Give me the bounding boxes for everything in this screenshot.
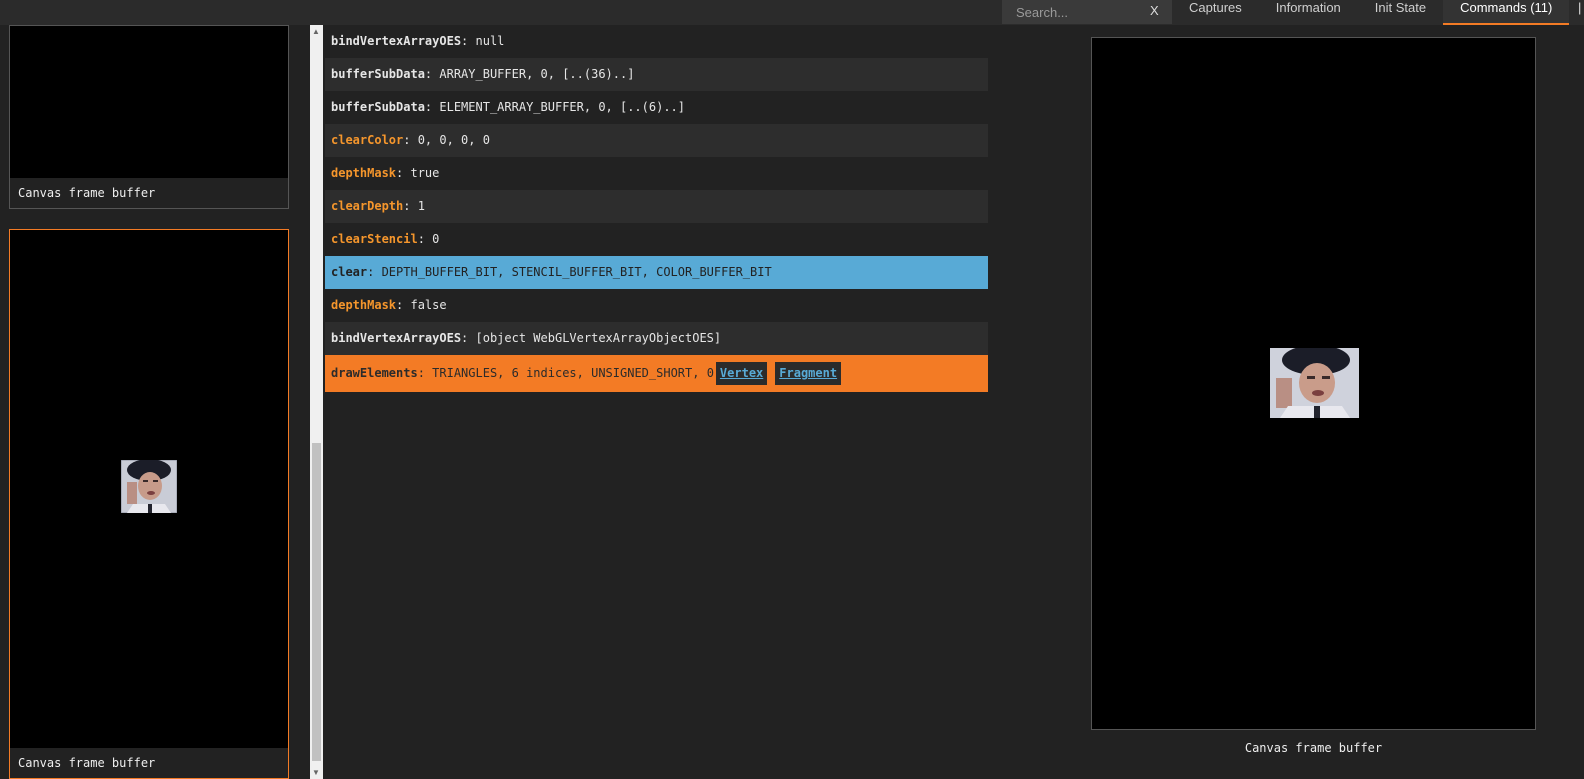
command-row[interactable]: bufferSubData: ELEMENT_ARRAY_BUFFER, 0, …: [325, 91, 988, 124]
command-args: : 1: [403, 199, 425, 213]
command-args: : 0, 0, 0, 0: [403, 133, 490, 147]
search-input[interactable]: [1016, 0, 1146, 24]
scrollbar-thumb[interactable]: [312, 443, 321, 761]
scroll-up-arrow-icon[interactable]: ▲: [312, 27, 320, 36]
vertex-shader-link[interactable]: Vertex: [715, 362, 768, 385]
command-args: : true: [396, 166, 440, 180]
command-row[interactable]: clearColor: 0, 0, 0, 0: [325, 124, 988, 157]
framebuffer-thumbnail[interactable]: Canvas frame buffer: [9, 25, 289, 209]
search-box: X: [1002, 0, 1172, 24]
command-row[interactable]: depthMask: true: [325, 157, 988, 190]
command-list: bindVertexArrayOES: null bufferSubData: …: [325, 25, 988, 392]
command-args: : ARRAY_BUFFER, 0, [..(36)..]: [424, 67, 635, 81]
command-row[interactable]: bindVertexArrayOES: [object WebGLVertexA…: [325, 322, 988, 355]
tab-init-state[interactable]: Init State: [1358, 0, 1443, 25]
command-row-highlighted[interactable]: clear: DEPTH_BUFFER_BIT, STENCIL_BUFFER_…: [325, 256, 988, 289]
preview-caption: Canvas frame buffer: [1244, 741, 1383, 755]
scroll-down-arrow-icon[interactable]: ▼: [312, 768, 320, 777]
command-name: bindVertexArrayOES: [331, 34, 462, 48]
tab-overflow[interactable]: |: [1578, 0, 1581, 15]
rendered-face-image: [1270, 348, 1359, 418]
tab-captures[interactable]: Captures: [1172, 0, 1259, 25]
command-row[interactable]: bindVertexArrayOES: null: [325, 25, 988, 58]
command-args: : [object WebGLVertexArrayObjectOES]: [461, 331, 722, 345]
framebuffer-thumbnail-selected[interactable]: Canvas frame buffer: [9, 229, 289, 779]
command-list-scrollbar[interactable]: ▲ ▼: [310, 25, 323, 779]
command-args: : TRIANGLES, 6 indices, UNSIGNED_SHORT, …: [417, 366, 714, 380]
command-name: drawElements: [331, 366, 418, 380]
command-name: clearStencil: [331, 232, 418, 246]
command-args: : DEPTH_BUFFER_BIT, STENCIL_BUFFER_BIT, …: [367, 265, 772, 279]
command-name: clearDepth: [331, 199, 404, 213]
command-row[interactable]: bufferSubData: ARRAY_BUFFER, 0, [..(36).…: [325, 58, 988, 91]
tab-commands[interactable]: Commands (11): [1443, 0, 1570, 25]
command-row-selected[interactable]: drawElements: TRIANGLES, 6 indices, UNSI…: [325, 355, 988, 392]
command-args: : ELEMENT_ARRAY_BUFFER, 0, [..(6)..]: [424, 100, 686, 114]
tab-information[interactable]: Information: [1259, 0, 1358, 25]
command-name: depthMask: [331, 166, 397, 180]
clear-search-button[interactable]: X: [1150, 3, 1159, 18]
command-row[interactable]: clearStencil: 0: [325, 223, 988, 256]
command-name: bufferSubData: [331, 67, 425, 81]
command-args: : false: [396, 298, 447, 312]
fragment-shader-link[interactable]: Fragment: [775, 362, 842, 385]
command-name: bindVertexArrayOES: [331, 331, 462, 345]
command-name: clearColor: [331, 133, 404, 147]
tab-bar: Captures Information Init State Commands…: [1172, 0, 1570, 25]
command-row[interactable]: depthMask: false: [325, 289, 988, 322]
thumbnail-caption: Canvas frame buffer: [10, 178, 288, 208]
framebuffer-preview: [1091, 37, 1536, 730]
command-name: clear: [331, 265, 368, 279]
thumbnail-caption: Canvas frame buffer: [10, 748, 288, 778]
command-name: depthMask: [331, 298, 397, 312]
top-bar: X Captures Information Init State Comman…: [0, 0, 1584, 25]
command-args: : null: [461, 34, 505, 48]
command-name: bufferSubData: [331, 100, 425, 114]
rendered-face-image: [121, 460, 177, 513]
command-args: : 0: [417, 232, 440, 246]
command-row[interactable]: clearDepth: 1: [325, 190, 988, 223]
